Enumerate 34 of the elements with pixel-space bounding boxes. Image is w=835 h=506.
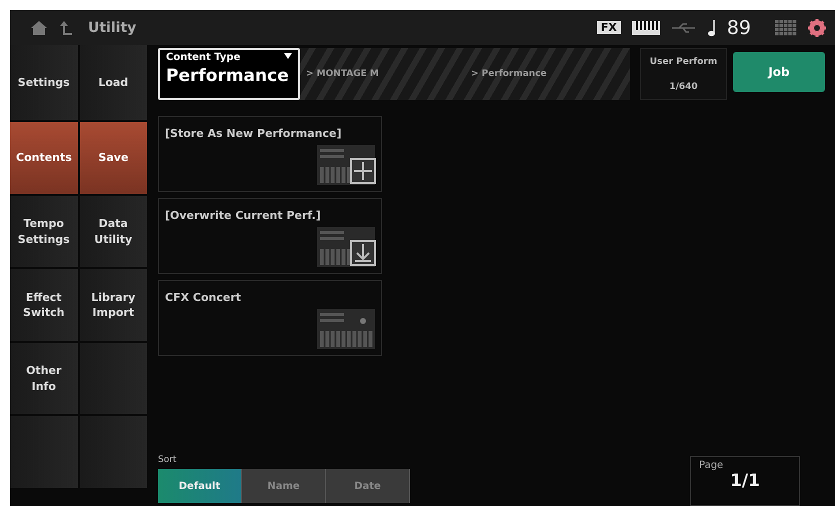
job-button[interactable]: Job (733, 52, 825, 92)
breadcrumb-link[interactable]: > Performance (465, 48, 630, 100)
note-icon (706, 18, 717, 36)
tempo-value: 89 (726, 16, 751, 38)
performance-card[interactable]: [Overwrite Current Perf.] (158, 198, 382, 274)
subcategory-tab[interactable]: Data Utility (80, 196, 147, 268)
sort-option[interactable]: Default (158, 469, 242, 503)
page-indicator: Page 1/1 (690, 456, 800, 506)
up-arrow-icon[interactable] (58, 18, 74, 36)
grid-icon[interactable] (775, 20, 797, 36)
category-tab[interactable]: Tempo Settings (10, 196, 78, 268)
category-tab[interactable]: Contents (10, 122, 78, 194)
settings-icon[interactable] (807, 18, 827, 38)
user-perform-display: User Perform 1/640 (640, 48, 727, 100)
fx-badge: FX (596, 21, 621, 34)
synthesizer-icon (317, 307, 377, 351)
content-type-selector[interactable]: Content Type Performance (158, 48, 300, 100)
performance-card[interactable]: [Store As New Performance] (158, 116, 382, 192)
sort-label: Sort (158, 455, 178, 465)
subcategory-tab[interactable]: Load (80, 45, 147, 120)
performance-card[interactable]: CFX Concert (158, 280, 382, 356)
subcategory-tab[interactable]: Library Import (80, 269, 147, 341)
category-tab[interactable]: Effect Switch (10, 269, 78, 341)
home-icon[interactable] (30, 20, 48, 36)
breadcrumb-link[interactable]: > MONTAGE M (300, 48, 465, 100)
keyboard-icon (630, 20, 661, 36)
synthesizer-icon (317, 143, 377, 187)
dropdown-caret-icon (284, 53, 292, 59)
synthesizer-icon (317, 225, 377, 269)
usb-icon (670, 22, 697, 34)
screen-title: Utility (88, 20, 136, 36)
subcategory-tab[interactable]: Save (80, 122, 147, 194)
category-tab[interactable]: Settings (10, 45, 78, 120)
category-tab[interactable]: Other Info (10, 342, 78, 414)
